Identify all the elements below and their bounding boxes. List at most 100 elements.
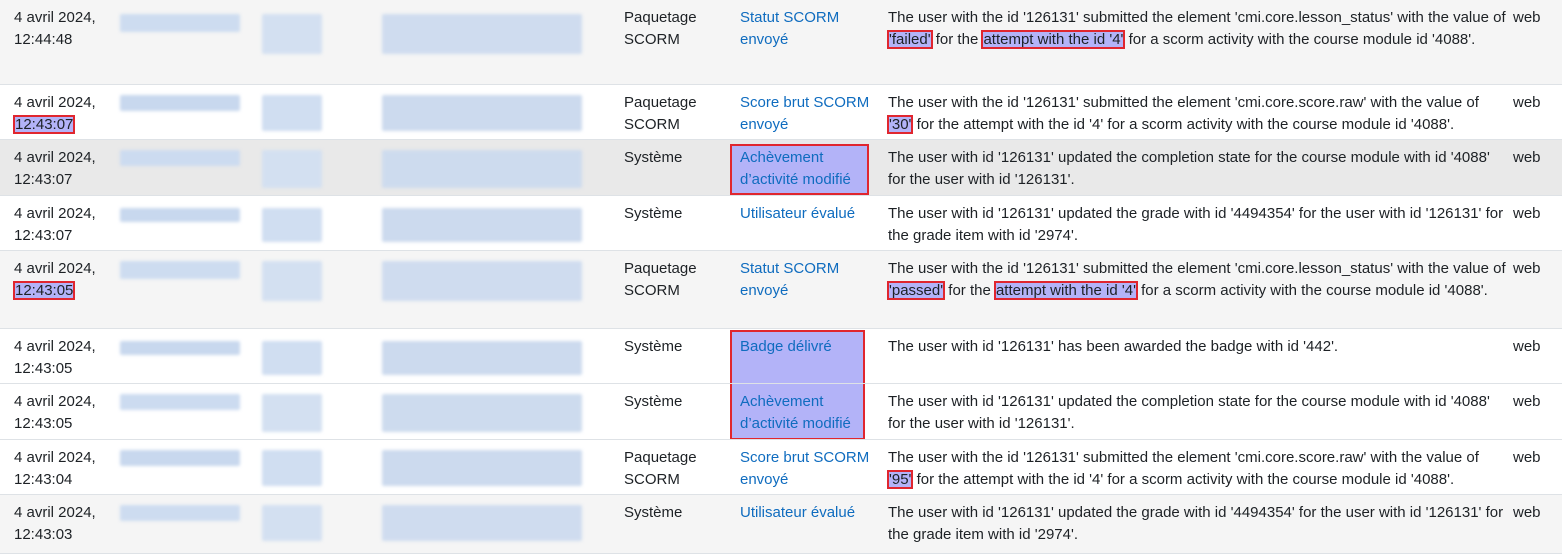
- highlight-value: 'passed': [886, 281, 946, 300]
- logs-table: 4 avril 2024, 12:44:48 Paquetage SCORM St…: [0, 0, 1562, 555]
- table-row: 4 avril 2024, 12:43:05 Paquetage SCORM St…: [0, 251, 1562, 329]
- table-row: 4 avril 2024, 12:43:07 Système Utilisateu…: [0, 196, 1562, 251]
- source-cell: web: [1513, 449, 1541, 466]
- description-cell: The user with id '126131' updated the co…: [888, 149, 1490, 188]
- date-text: 4 avril 2024,: [14, 393, 96, 410]
- date-text: 4 avril 2024,: [14, 338, 96, 355]
- redacted-user: [120, 150, 240, 166]
- event-link[interactable]: Score brut SCORM envoyé: [740, 92, 880, 136]
- table-row: 4 avril 2024, 12:43:03 Système Utilisateu…: [0, 495, 1562, 554]
- table-row: 4 avril 2024, 12:43:07 Paquetage SCORM Sc…: [0, 85, 1562, 140]
- description-cell: The user with the id '126131' submitted …: [887, 9, 1506, 49]
- redacted-affected-user: [262, 208, 322, 242]
- redacted-affected-user: [262, 95, 322, 131]
- source-cell: web: [1513, 149, 1541, 166]
- time-text: 12:44:48: [14, 31, 73, 48]
- time-cell: 4 avril 2024, 12:43:03: [14, 502, 114, 546]
- description-cell: The user with id '126131' updated the co…: [888, 393, 1490, 432]
- description-cell: The user with the id '126131' submitted …: [886, 260, 1506, 300]
- time-cell: 4 avril 2024, 12:43:07: [12, 92, 114, 136]
- source-cell: web: [1513, 94, 1541, 111]
- redacted-context: [382, 95, 582, 131]
- time-text: 12:43:03: [14, 526, 73, 543]
- origin-cell: Paquetage SCORM: [624, 94, 697, 133]
- redacted-context: [382, 150, 582, 188]
- redacted-affected-user: [262, 150, 322, 188]
- time-cell: 4 avril 2024, 12:43:05: [14, 391, 114, 435]
- redacted-affected-user: [262, 450, 322, 486]
- redacted-user: [120, 95, 240, 111]
- event-link[interactable]: Utilisateur évalué: [740, 502, 880, 524]
- redacted-affected-user: [262, 261, 322, 301]
- origin-cell: Paquetage SCORM: [624, 449, 697, 488]
- highlight-value: '95': [886, 470, 914, 489]
- time-cell: 4 avril 2024, 12:43:04: [14, 447, 114, 491]
- time-text: 12:43:07: [14, 227, 73, 244]
- event-link[interactable]: Badge délivré: [740, 336, 880, 358]
- description-cell: The user with id '126131' has been award…: [888, 338, 1339, 355]
- highlight-time: 12:43:07: [12, 115, 76, 134]
- time-text: 12:43:05: [14, 360, 73, 377]
- redacted-affected-user: [262, 341, 322, 375]
- time-cell: 4 avril 2024, 12:43:07: [14, 203, 114, 247]
- highlight-time: 12:43:05: [12, 281, 76, 300]
- event-link[interactable]: Score brut SCORM envoyé: [740, 447, 880, 491]
- redacted-context: [382, 14, 582, 54]
- time-cell: 4 avril 2024, 12:43:05: [14, 336, 114, 380]
- description-cell: The user with the id '126131' submitted …: [886, 94, 1479, 134]
- source-cell: web: [1513, 393, 1541, 410]
- table-row: 4 avril 2024, 12:43:05 Système Achèvement…: [0, 384, 1562, 440]
- source-cell: web: [1513, 338, 1541, 355]
- redacted-context: [382, 450, 582, 486]
- redacted-user: [120, 450, 240, 466]
- event-link[interactable]: Statut SCORM envoyé: [740, 258, 880, 302]
- description-cell: The user with the id '126131' submitted …: [886, 449, 1479, 489]
- redacted-context: [382, 394, 582, 432]
- table-row: 4 avril 2024, 12:43:04 Paquetage SCORM Sc…: [0, 440, 1562, 495]
- date-text: 4 avril 2024,: [14, 260, 96, 277]
- date-text: 4 avril 2024,: [14, 504, 96, 521]
- redacted-context: [382, 341, 582, 375]
- date-text: 4 avril 2024,: [14, 94, 96, 111]
- time-text: 12:43:04: [14, 471, 73, 488]
- origin-cell: Système: [624, 149, 683, 166]
- redacted-user: [120, 261, 240, 279]
- origin-cell: Système: [624, 205, 683, 222]
- source-cell: web: [1513, 504, 1541, 521]
- time-text: 12:43:05: [14, 415, 73, 432]
- description-cell: The user with id '126131' updated the gr…: [888, 504, 1504, 543]
- highlight-value: 'failed': [887, 30, 933, 49]
- origin-cell: Système: [624, 504, 683, 521]
- highlight-attempt: attempt with the id '4': [993, 281, 1138, 300]
- date-text: 4 avril 2024,: [14, 149, 96, 166]
- time-cell: 4 avril 2024, 12:43:07: [14, 147, 114, 191]
- time-cell: 4 avril 2024, 12:44:48: [14, 7, 114, 51]
- source-cell: web: [1513, 9, 1541, 26]
- redacted-user: [120, 14, 240, 32]
- source-cell: web: [1513, 260, 1541, 277]
- table-row: 4 avril 2024, 12:43:07 Système Achèvement…: [0, 140, 1562, 196]
- origin-cell: Système: [624, 393, 683, 410]
- redacted-user: [120, 208, 240, 222]
- date-text: 4 avril 2024,: [14, 9, 96, 26]
- redacted-user: [120, 394, 240, 410]
- redacted-context: [382, 261, 582, 301]
- event-link[interactable]: Statut SCORM envoyé: [740, 7, 880, 51]
- table-row: 4 avril 2024, 12:44:48 Paquetage SCORM St…: [0, 0, 1562, 85]
- origin-cell: Paquetage SCORM: [624, 260, 697, 299]
- highlight-attempt: attempt with the id '4': [981, 30, 1126, 49]
- description-cell: The user with id '126131' updated the gr…: [888, 205, 1504, 244]
- redacted-affected-user: [262, 394, 322, 432]
- redacted-affected-user: [262, 14, 322, 54]
- origin-cell: Paquetage SCORM: [624, 9, 697, 48]
- redacted-user: [120, 505, 240, 521]
- event-link[interactable]: Utilisateur évalué: [740, 203, 880, 225]
- event-link[interactable]: Achèvement d’activité modifié: [740, 147, 880, 191]
- event-link[interactable]: Achèvement d’activité modifié: [740, 391, 880, 435]
- redacted-user: [120, 341, 240, 355]
- date-text: 4 avril 2024,: [14, 449, 96, 466]
- table-row: 4 avril 2024, 12:43:05 Système Badge déli…: [0, 329, 1562, 384]
- date-text: 4 avril 2024,: [14, 205, 96, 222]
- time-cell: 4 avril 2024, 12:43:05: [12, 258, 114, 302]
- redacted-context: [382, 505, 582, 541]
